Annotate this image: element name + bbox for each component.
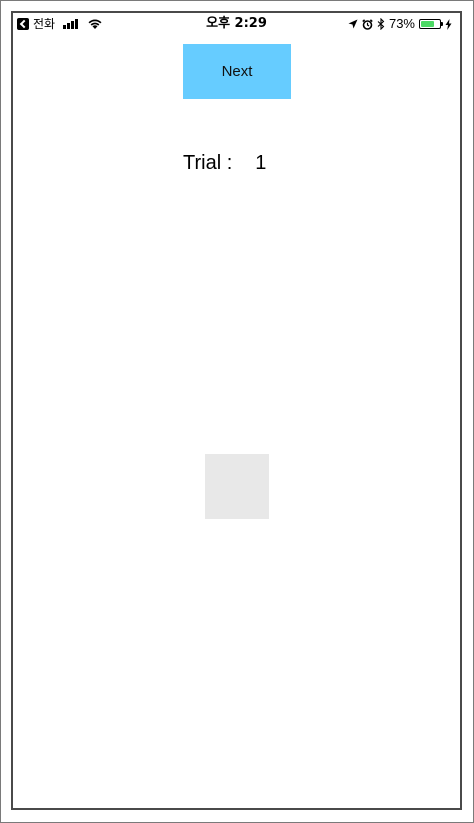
charging-icon — [445, 18, 452, 30]
battery-percent: 73% — [388, 16, 415, 31]
phone-screen — [11, 11, 462, 810]
status-right: 73% — [348, 16, 452, 32]
battery-icon — [419, 19, 443, 29]
trial-counter: Trial : 1 — [183, 150, 266, 176]
target-square[interactable] — [205, 454, 269, 519]
trial-label: Trial : — [183, 151, 233, 174]
status-bar: 전화 오후 2:29 73% — [13, 13, 460, 35]
trial-value: 1 — [255, 151, 267, 174]
next-button[interactable]: Next — [183, 44, 291, 99]
alarm-icon — [362, 18, 373, 30]
location-icon — [348, 19, 358, 29]
bluetooth-icon — [377, 18, 385, 30]
